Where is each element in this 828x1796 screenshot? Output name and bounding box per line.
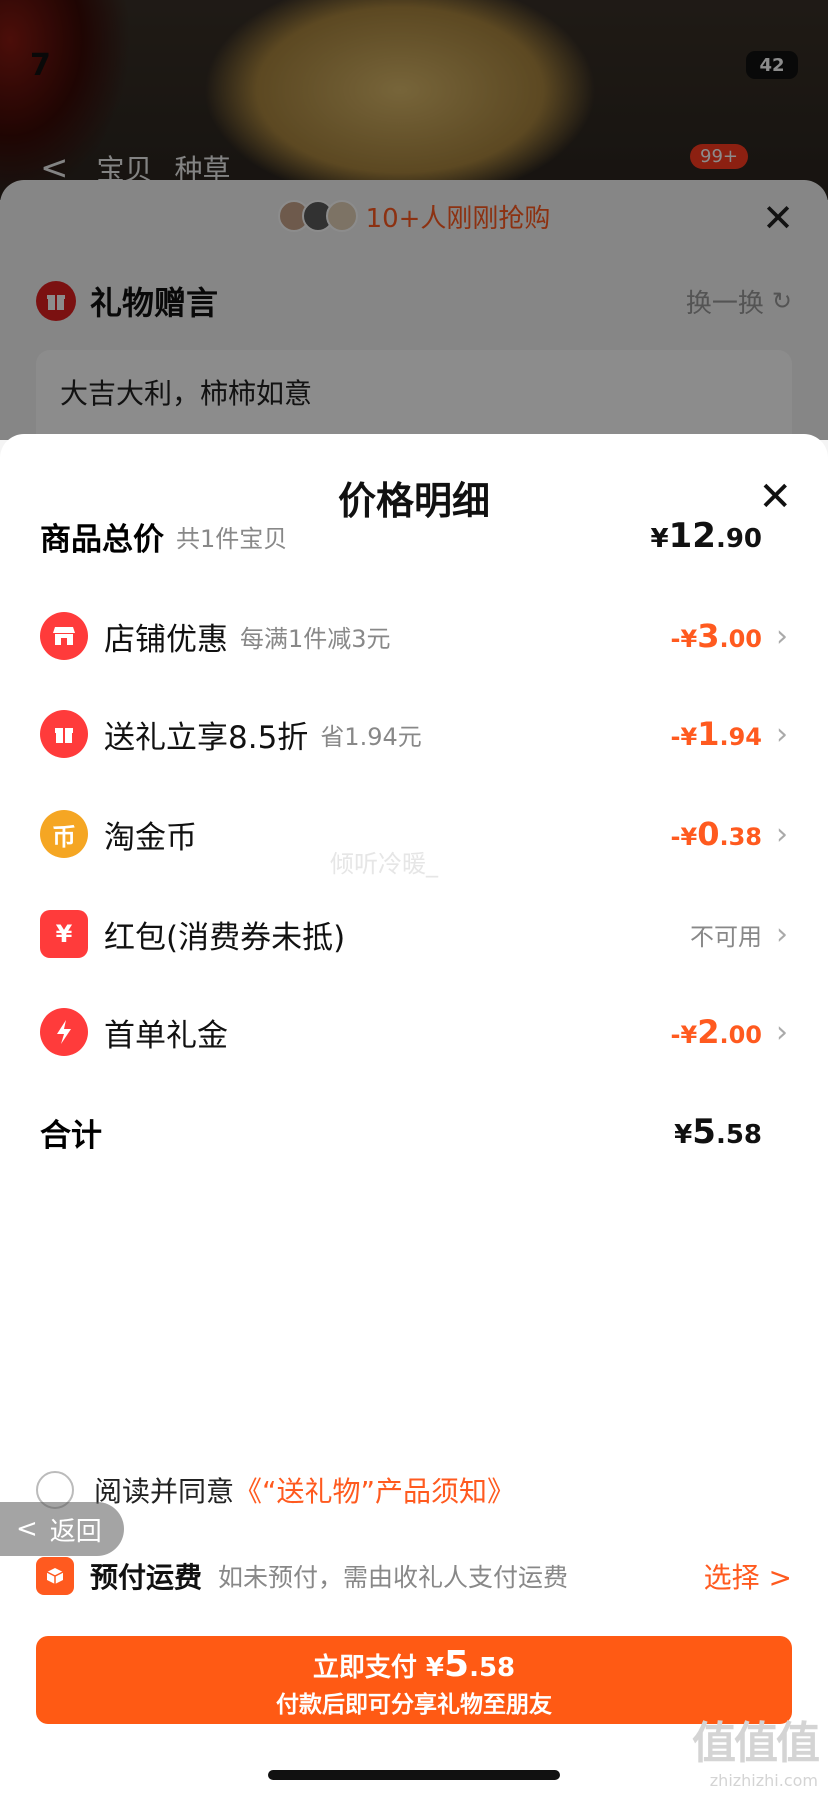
chevron-right-icon: › — [776, 916, 788, 952]
store-icon — [40, 612, 88, 660]
row-label: 首单礼金 — [104, 1017, 228, 1054]
gift-icon — [40, 710, 88, 758]
chevron-right-icon: › — [776, 1014, 788, 1050]
user-watermark: 倾听冷暖_ — [330, 850, 438, 878]
discount-amount: -¥2.00 — [670, 1013, 762, 1051]
pay-now-subline: 付款后即可分享礼物至朋友 — [276, 1692, 552, 1718]
prepaid-shipping-row: 预付运费 如未预付，需由收礼人支付运费 选择 > — [36, 1556, 792, 1596]
gift-discount-row[interactable]: 送礼立享8.5折 省1.94元 -¥1.94 › — [40, 704, 792, 764]
chevron-left-icon: < — [16, 1514, 38, 1544]
red-packet-row[interactable]: ¥ 红包(消费券未抵) 不可用 › — [40, 904, 792, 964]
site-watermark-logo: 值值值 zhizhizhi.com — [692, 1718, 820, 1790]
unavailable-status: 不可用 — [690, 922, 762, 951]
shipping-label: 预付运费 — [90, 1561, 203, 1594]
shipping-hint: 如未预付，需由收礼人支付运费 — [218, 1563, 569, 1592]
sum-amount: ¥5.58 — [674, 1112, 762, 1152]
discount-amount: -¥1.94 — [670, 715, 762, 753]
goods-count: 共1件宝贝 — [176, 524, 288, 553]
discount-amount: -¥3.00 — [670, 617, 762, 655]
row-label: 红包(消费券未抵) — [104, 919, 346, 956]
agreement-prefix: 阅读并同意 — [94, 1475, 235, 1508]
chevron-right-icon: › — [776, 816, 788, 852]
row-label: 淘金币 — [104, 819, 197, 856]
coin-icon: 币 — [40, 810, 88, 858]
red-packet-icon: ¥ — [40, 910, 88, 958]
sum-label: 合计 — [40, 1117, 102, 1154]
choose-shipping-button[interactable]: 选择 > — [704, 1556, 792, 1596]
pay-now-label: 立即支付 ¥5.58 — [312, 1644, 516, 1685]
package-icon — [36, 1557, 74, 1595]
sum-row: 合计 ¥5.58 — [40, 1102, 792, 1162]
dim-overlay[interactable] — [0, 0, 828, 440]
goods-total-row: 商品总价 共1件宝贝 ¥12.90 — [40, 506, 792, 566]
row-label: 店铺优惠 — [104, 621, 228, 658]
back-label: 返回 — [49, 1516, 102, 1547]
home-indicator[interactable] — [268, 1770, 560, 1780]
lightning-icon — [40, 1008, 88, 1056]
store-discount-row[interactable]: 店铺优惠 每满1件减3元 -¥3.00 › — [40, 606, 792, 666]
first-order-gift-row[interactable]: 首单礼金 -¥2.00 › — [40, 1002, 792, 1062]
chevron-right-icon: › — [776, 716, 788, 752]
goods-total-label: 商品总价 — [40, 521, 164, 558]
agreement-link[interactable]: 《“送礼物”产品须知》 — [234, 1470, 515, 1510]
row-label: 送礼立享8.5折 — [104, 719, 309, 756]
goods-total-amount: ¥12.90 — [650, 516, 762, 556]
row-sub: 每满1件减3元 — [240, 624, 391, 653]
discount-amount: -¥0.38 — [670, 815, 762, 853]
pay-now-button[interactable]: 立即支付 ¥5.58 付款后即可分享礼物至朋友 — [36, 1636, 792, 1724]
back-button[interactable]: < 返回 — [0, 1502, 124, 1556]
row-sub: 省1.94元 — [320, 722, 422, 751]
chevron-right-icon: › — [776, 618, 788, 654]
